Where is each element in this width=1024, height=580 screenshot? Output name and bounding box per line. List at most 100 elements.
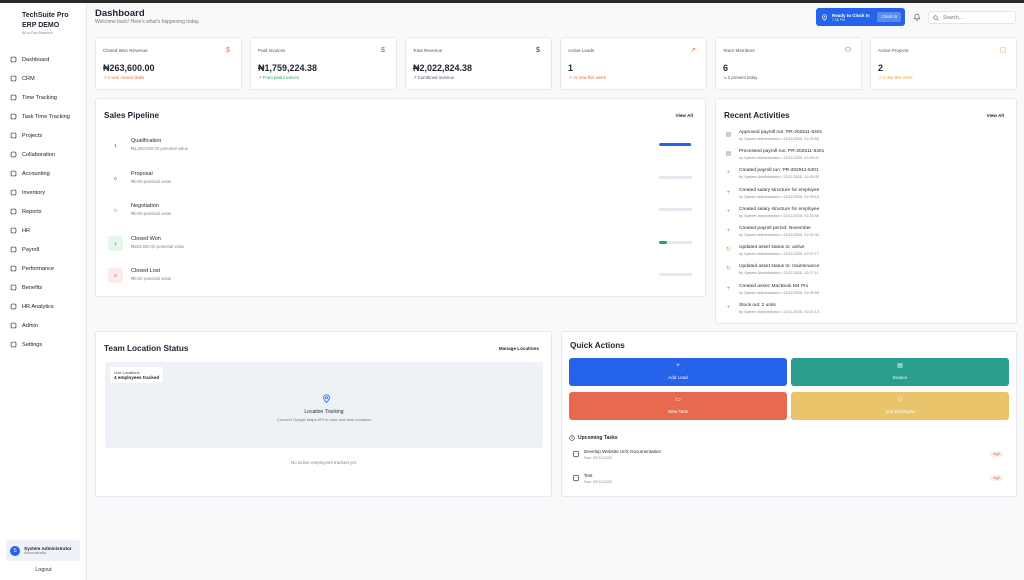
sidebar-item-hr-analytics[interactable]: HR Analytics xyxy=(5,297,83,316)
bell-icon[interactable] xyxy=(913,13,921,21)
plus-icon: + xyxy=(726,170,731,177)
stage-count-badge: 0 xyxy=(108,268,123,284)
pipeline-view-all-link[interactable]: View All xyxy=(676,113,693,118)
quick-action-label: Invoice xyxy=(892,375,908,380)
invoice-button[interactable]: ▤ Invoice xyxy=(791,358,1009,386)
stat-value: 1 xyxy=(568,63,574,73)
task-checkbox[interactable] xyxy=(573,451,579,457)
add-lead-button[interactable]: + Add Lead xyxy=(569,358,787,386)
stat-card: Active Projects ▢ 2 ↗ 3 due this week xyxy=(870,37,1017,90)
location-title: Team Location Status xyxy=(104,344,189,353)
activity-item[interactable]: ↻ Updated asset status to: active by Syste… xyxy=(725,245,1010,263)
stat-label: Paid Invoices xyxy=(258,48,286,53)
pipeline-stage[interactable]: 0 Closed Lost ₦0.00 potential value xyxy=(108,266,694,286)
sidebar-item-projects[interactable]: Projects xyxy=(5,126,83,145)
activity-meta: by System Administrator • 22/11/2025, 02… xyxy=(739,271,819,276)
sidebar-item-dashboard[interactable]: Dashboard xyxy=(5,50,83,69)
new-task-button[interactable]: ▭ New Task xyxy=(569,392,787,420)
brand[interactable]: TechSuite Pro ERP DEMO All-in-One Busine… xyxy=(22,11,84,35)
pipeline-stage[interactable]: 0 Proposal ₦0.00 potential value xyxy=(108,169,694,189)
sidebar-item-collaboration[interactable]: Collaboration xyxy=(5,145,83,164)
stage-name: Proposal xyxy=(131,170,153,177)
users-icon xyxy=(10,75,17,82)
sidebar-item-reports[interactable]: Reports xyxy=(5,202,83,221)
sidebar-item-hr[interactable]: HR xyxy=(5,221,83,240)
activity-title: Updated asset status to: maintenance xyxy=(739,264,820,270)
avatar: S xyxy=(10,545,20,556)
stage-progress-bar xyxy=(659,273,692,277)
plus-icon: + xyxy=(726,285,731,292)
stage-name: Closed Lost xyxy=(131,268,161,275)
stat-label: Active Leads xyxy=(568,48,595,53)
task-due-date: Due: 25/11/2025 xyxy=(584,456,612,460)
stat-note: ↗ From paid invoices xyxy=(258,75,299,80)
app-title: TechSuite Pro ERP DEMO xyxy=(22,12,69,29)
stat-value: 2 xyxy=(878,63,884,73)
chart-icon xyxy=(10,208,17,215)
activity-title: Created salary structure for employee xyxy=(739,206,820,212)
sidebar-item-crm[interactable]: CRM xyxy=(5,69,83,88)
task-item: Test Due: 26/11/2025 high xyxy=(571,473,1003,489)
sidebar-item-payroll[interactable]: Payroll xyxy=(5,240,83,259)
pipeline-stage[interactable]: 1 Qualification ₦1,050,000.00 potential va… xyxy=(108,136,694,156)
activity-item[interactable]: + Created payroll run: PR-202511-5401 by S… xyxy=(725,168,1010,186)
stage-progress-fill xyxy=(659,240,668,244)
quick-action-label: Add Employee xyxy=(885,409,915,414)
sidebar-item-settings[interactable]: Settings xyxy=(5,335,83,354)
activity-item[interactable]: + Created payroll period: November by Syst… xyxy=(725,226,1010,244)
sidebar-item-performance[interactable]: Performance xyxy=(5,259,83,278)
main-content: Dashboard Welcome back! Here's what's ha… xyxy=(87,3,1024,580)
activity-item[interactable]: ▤ Approved payroll run: PR-202511-5401 by … xyxy=(725,130,1010,148)
activity-item[interactable]: ↻ Updated asset status to: maintenance by … xyxy=(725,264,1010,282)
activity-meta: by System Administrator • 22/11/2025, 02… xyxy=(739,252,819,257)
pipeline-stage[interactable]: 0 Negotiation ₦0.00 potential value xyxy=(108,201,694,221)
search-box[interactable] xyxy=(928,11,1016,24)
stage-progress-bar xyxy=(659,240,692,244)
document-icon: ▤ xyxy=(897,363,903,369)
folder-icon: ▢ xyxy=(999,47,1007,54)
sidebar-item-label: Time Tracking xyxy=(22,94,57,101)
no-employees-message: No active employees tracked yet xyxy=(290,460,357,465)
quick-actions-card: Quick Actions + Add Lead ▤ Invoice ▭ New Task… xyxy=(561,331,1017,497)
stat-value: 6 xyxy=(723,63,729,73)
priority-badge: high xyxy=(989,475,1003,481)
sidebar-item-task-time-tracking[interactable]: Task Time Tracking xyxy=(5,107,83,126)
plus-icon: + xyxy=(726,304,731,311)
dollar-icon: $ xyxy=(536,47,540,54)
activity-meta: by System Administrator • 22/11/2025, 02… xyxy=(739,175,819,180)
sidebar-item-accounting[interactable]: Accounting xyxy=(5,164,83,183)
activity-item[interactable]: + Created salary structure for employee by… xyxy=(725,188,1010,206)
stage-name: Qualification xyxy=(131,138,162,144)
task-checkbox[interactable] xyxy=(573,475,579,481)
map-title: Location Tracking xyxy=(304,409,344,415)
manage-locations-button[interactable]: Manage Locations xyxy=(499,346,539,351)
sidebar-item-inventory[interactable]: Inventory xyxy=(5,183,83,202)
activity-item[interactable]: ▤ Processed payroll run: PR-202511-5401 by… xyxy=(725,149,1010,167)
search-icon xyxy=(933,14,939,21)
heart-icon xyxy=(10,284,17,291)
user-plus-icon: ⚇ xyxy=(897,397,903,403)
clock-in-button[interactable]: Clock In xyxy=(877,12,901,22)
activity-item[interactable]: + Stock out: 2 units by System Administrat… xyxy=(725,303,1010,321)
clock-status-panel[interactable]: Ready to Clock In 7:36 PM Clock In xyxy=(816,8,905,26)
add-employee-button[interactable]: ⚇ Add Employee xyxy=(791,392,1009,420)
clock-time: 7:36 PM xyxy=(832,17,846,22)
activity-item[interactable]: + Created asset: MacBook M4 Pro by System … xyxy=(725,284,1010,302)
activity-meta: by System Administrator • 22/11/2025, 02… xyxy=(739,309,819,314)
user-profile[interactable]: S System Administrator Administrator xyxy=(6,540,80,561)
sidebar-item-benefits[interactable]: Benefits xyxy=(5,278,83,297)
sidebar-item-admin[interactable]: Admin xyxy=(5,316,83,335)
activities-view-all-link[interactable]: View All xyxy=(987,113,1004,118)
sidebar-item-time-tracking[interactable]: Time Tracking xyxy=(5,88,83,107)
activity-meta: by System Administrator • 22/11/2025, 02… xyxy=(739,137,819,141)
grid-icon xyxy=(10,56,17,63)
task-title: Develop Website UI/X Documentation xyxy=(584,449,662,454)
plus-icon: + xyxy=(726,228,731,234)
location-pin-icon xyxy=(822,13,827,21)
pipeline-stage[interactable]: 1 Closed Won ₦263,600.00 potential value xyxy=(108,234,694,254)
search-input[interactable] xyxy=(943,14,1013,21)
stage-progress-bar xyxy=(659,175,692,179)
logout-button[interactable]: Logout xyxy=(0,567,87,573)
stat-value: ₦263,600.00 xyxy=(103,63,155,73)
activity-item[interactable]: + Created salary structure for employee by… xyxy=(725,207,1010,225)
